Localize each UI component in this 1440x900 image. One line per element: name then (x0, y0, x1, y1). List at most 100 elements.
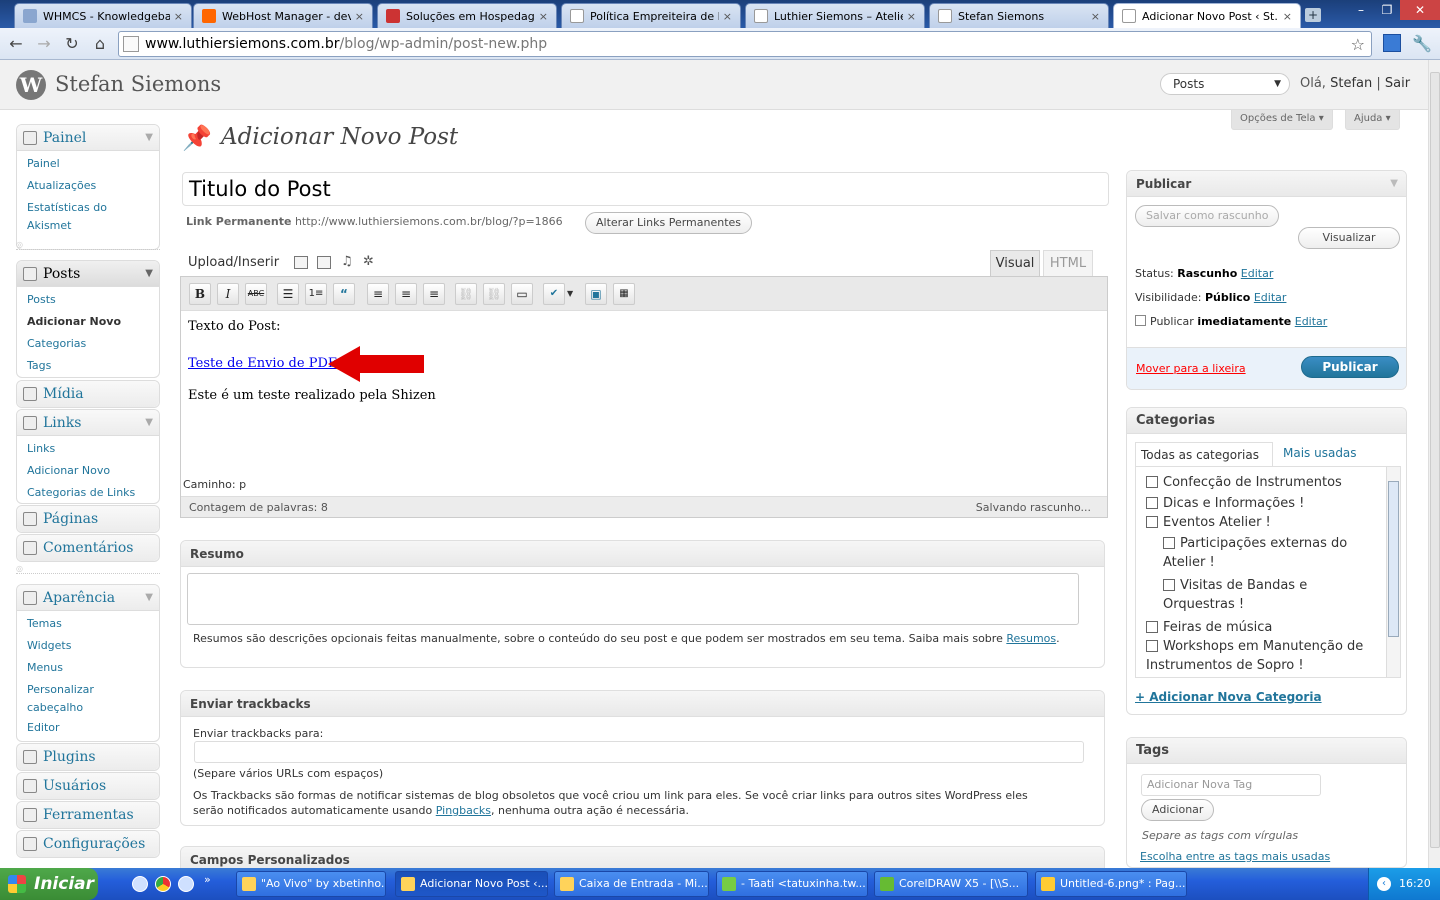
menu-posts[interactable]: Posts ▼ (17, 261, 159, 287)
category-item[interactable]: Feiras de música (1146, 618, 1272, 637)
close-tab-icon[interactable]: × (1283, 10, 1292, 23)
category-checkbox[interactable] (1146, 516, 1158, 528)
category-checkbox[interactable] (1163, 579, 1175, 591)
submenu-temas[interactable]: Temas (27, 613, 159, 635)
submenu-estatisticas[interactable]: Estatísticas do Akismet (27, 197, 159, 235)
scrollbar-thumb[interactable] (1430, 72, 1440, 848)
save-draft-button[interactable]: Salvar como rascunho (1135, 205, 1280, 227)
home-icon[interactable]: ⌂ (90, 34, 110, 54)
submenu-editor[interactable]: Editor (27, 717, 159, 739)
excerpt-help-link[interactable]: Resumos (1006, 632, 1056, 645)
minimize-icon[interactable]: – (1348, 0, 1374, 20)
submenu-categorias[interactable]: Categorias (27, 333, 159, 355)
category-item[interactable]: Confecção de Instrumentos (1146, 473, 1342, 492)
publish-button[interactable]: Publicar (1301, 356, 1399, 378)
browser-tab[interactable]: Stefan Siemons × (929, 3, 1109, 28)
taskbar-item[interactable]: - Taati <tatuxinha.tw... (716, 871, 868, 897)
close-tab-icon[interactable]: × (539, 10, 548, 23)
edit-schedule-link[interactable]: Editar (1295, 315, 1328, 328)
submenu-categorias-de-links[interactable]: Categorias de Links (27, 482, 159, 503)
move-to-trash-link[interactable]: Mover para a lixeira (1136, 362, 1246, 375)
spellcheck-button[interactable]: ✔ (543, 283, 565, 305)
pingbacks-link[interactable]: Pingbacks (436, 804, 491, 817)
menu-configuracoes[interactable]: Configurações (17, 831, 159, 857)
submenu-menus[interactable]: Menus (27, 657, 159, 679)
change-permalink-button[interactable]: Alterar Links Permanentes (585, 212, 753, 234)
unlink-button[interactable]: ⛓ (483, 283, 505, 305)
taskbar-item-active[interactable]: Adicionar Novo Post ‹... (395, 871, 548, 897)
submenu-posts[interactable]: Posts (27, 289, 159, 311)
fullscreen-button[interactable]: ▣ (585, 283, 607, 305)
toggle-arrow-icon[interactable]: ▼ (145, 410, 153, 436)
menu-plugins[interactable]: Plugins (17, 744, 159, 770)
toggle-arrow-icon[interactable]: ▼ (145, 261, 153, 287)
taskbar-item[interactable]: Untitled-6.png* : Pag... (1035, 871, 1187, 897)
add-tag-button[interactable]: Adicionar (1141, 799, 1215, 821)
bookmark-star-icon[interactable]: ☆ (1351, 35, 1365, 54)
insert-more-button[interactable]: ▭ (511, 283, 533, 305)
menu-ferramentas[interactable]: Ferramentas (17, 802, 159, 828)
tab-most-used[interactable]: Mais usadas (1283, 446, 1357, 460)
numbered-list-button[interactable]: 1≡ (305, 283, 327, 305)
add-new-category-link[interactable]: + Adicionar Nova Categoria (1135, 690, 1322, 704)
post-title-input[interactable]: Titulo do Post (182, 172, 1109, 206)
scrollbar-thumb[interactable] (1388, 481, 1399, 637)
category-checkbox[interactable] (1146, 497, 1158, 509)
submenu-adicionar-novo-link[interactable]: Adicionar Novo (27, 460, 159, 482)
category-checkbox[interactable] (1163, 537, 1175, 549)
bold-button[interactable]: B (189, 283, 211, 305)
close-tab-icon[interactable]: × (723, 10, 732, 23)
submenu-widgets[interactable]: Widgets (27, 635, 159, 657)
preview-button[interactable]: Visualizar (1298, 227, 1400, 249)
taskbar-item[interactable]: "Ao Vivo" by xbetinho... (236, 871, 386, 897)
category-item[interactable]: Dicas e Informações ! (1146, 494, 1304, 513)
forward-icon[interactable]: → (34, 34, 54, 54)
trackbacks-input[interactable] (194, 741, 1084, 763)
kitchen-sink-button[interactable]: ▦ (613, 283, 635, 305)
back-icon[interactable]: ← (6, 34, 26, 54)
add-image-icon[interactable] (294, 256, 308, 269)
chrome-icon[interactable] (155, 876, 171, 892)
close-window-icon[interactable]: ✕ (1400, 0, 1440, 20)
start-button[interactable]: Iniciar (0, 868, 98, 900)
italic-button[interactable]: I (217, 283, 239, 305)
close-tab-icon[interactable]: × (174, 10, 183, 23)
tab-all-categories[interactable]: Todas as categorias (1135, 442, 1273, 466)
toggle-arrow-icon[interactable]: ▼ (145, 585, 153, 611)
spellcheck-dropdown-icon[interactable]: ▼ (567, 289, 573, 298)
toggle-arrow-icon[interactable]: ▼ (145, 125, 153, 151)
clock[interactable]: 16:20 (1399, 877, 1431, 890)
page-scrollbar[interactable] (1428, 60, 1440, 868)
menu-midia[interactable]: Mídia (17, 381, 159, 407)
align-right-button[interactable]: ≡ (423, 283, 445, 305)
align-left-button[interactable]: ≡ (367, 283, 389, 305)
browser-tab[interactable]: WHMCS - Knowledgebase× (14, 3, 192, 28)
category-checkbox[interactable] (1146, 476, 1158, 488)
media-player-icon[interactable] (178, 876, 194, 892)
insert-link-button[interactable]: ⛓ (455, 283, 477, 305)
browser-tab[interactable]: Luthier Siemons – Atelier ...× (745, 3, 925, 28)
menu-paginas[interactable]: Páginas (17, 506, 159, 532)
browser-tab-active[interactable]: Adicionar Novo Post ‹ St... × (1113, 3, 1301, 28)
menu-aparencia[interactable]: Aparência ▼ (17, 585, 159, 611)
address-bar[interactable]: www.luthiersiemons.com.br/blog/wp-admin/… (118, 31, 1372, 57)
screen-options-button[interactable]: Opções de Tela ▾ (1231, 110, 1333, 130)
category-checkbox[interactable] (1146, 621, 1158, 633)
user-profile-link[interactable]: Stefan (1330, 76, 1372, 91)
close-tab-icon[interactable]: × (907, 10, 916, 23)
tray-expand-icon[interactable]: ‹ (1377, 877, 1391, 891)
blockquote-button[interactable]: “ (333, 283, 355, 305)
new-tag-input[interactable]: Adicionar Nova Tag (1141, 774, 1321, 796)
tab-html[interactable]: HTML (1043, 250, 1093, 276)
trackbacks-box-title[interactable]: Enviar trackbacks (181, 691, 1104, 717)
publish-box-title[interactable]: Publicar ▼ (1127, 171, 1406, 197)
menu-comentarios[interactable]: Comentários (17, 535, 159, 561)
category-item[interactable]: Participações externas do Atelier ! (1163, 534, 1383, 572)
edit-visibility-link[interactable]: Editar (1254, 291, 1287, 304)
help-button[interactable]: Ajuda ▾ (1345, 110, 1400, 130)
restore-icon[interactable]: ❐ (1374, 0, 1400, 20)
add-audio-icon[interactable]: ♫ (341, 254, 353, 269)
category-scrollbar[interactable] (1386, 467, 1400, 677)
editor-pdf-link[interactable]: Teste de Envio de PDF (188, 356, 337, 371)
submenu-atualizacoes[interactable]: Atualizações (27, 175, 159, 197)
